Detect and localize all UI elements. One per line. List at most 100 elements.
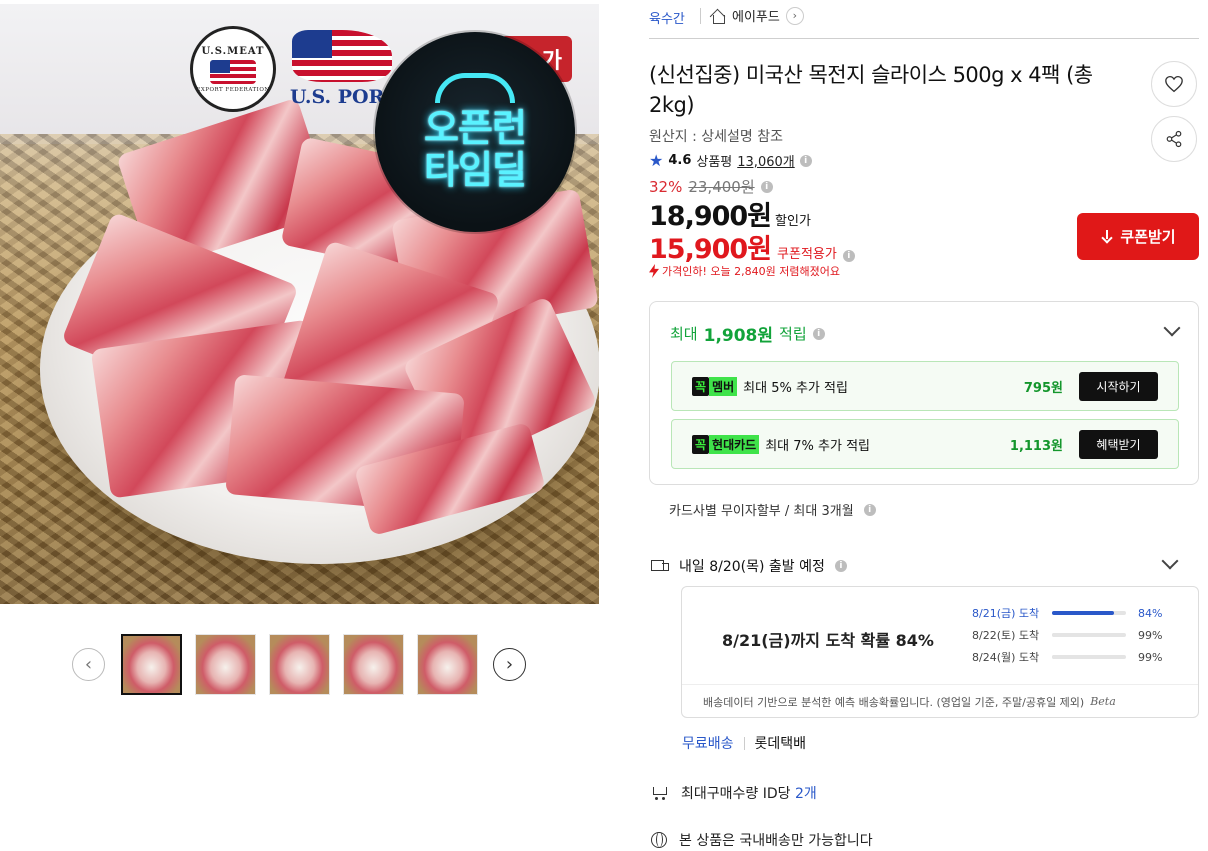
product-main-image: U.S.MEAT EXPORT FEDERATION U.S. PORK 가 오… <box>0 4 599 604</box>
probability-label: 8/21(금) 도착 <box>972 607 1040 620</box>
probability-bar <box>1052 611 1126 615</box>
flag-map-icon <box>210 59 256 84</box>
installment-text: 카드사별 무이자할부 / 최대 3개월 <box>669 504 854 519</box>
coupon-price: 15,900원 <box>649 234 772 265</box>
probability-value: 84% <box>1138 606 1163 620</box>
review-label[interactable]: 상품평 <box>696 151 732 170</box>
thumbnail-4[interactable] <box>343 634 404 695</box>
coupon-button-label: 쿠폰받기 <box>1120 229 1176 246</box>
benefit-desc: 최대 7% 추가 적립 <box>765 438 870 454</box>
info-icon[interactable]: i <box>799 154 812 167</box>
origin-info: 원산지 : 상세설명 참조 <box>649 129 783 145</box>
arrival-note: 배송데이터 기반으로 분석한 예측 배송확률입니다. (영업일 기준, 주말/공… <box>682 684 1198 718</box>
info-icon[interactable]: i <box>834 560 847 572</box>
thumbnail-strip: ‹ › <box>70 632 530 698</box>
rewards-prefix: 최대 <box>670 325 698 343</box>
benefit-card: 꼭 현대카드 최대 7% 추가 적립 1,113원 혜택받기 <box>671 419 1179 469</box>
badge-line-1: 오픈런 <box>424 106 527 150</box>
open-run-timedeal-badge: 오픈런 타임딜 <box>375 32 575 232</box>
divider <box>649 38 1199 39</box>
thumbnail-5[interactable] <box>417 634 478 695</box>
thumbnail-2[interactable] <box>195 634 256 695</box>
breadcrumb-divider <box>700 8 701 24</box>
probability-fill <box>1052 655 1126 659</box>
chevron-left-icon: ‹ <box>84 654 93 675</box>
pig-flag-icon <box>292 30 392 82</box>
probability-fill <box>1052 611 1115 615</box>
shipping-method: 무료배송 롯데택배 <box>682 733 806 753</box>
max-purchase-value: 2개 <box>794 786 817 802</box>
star-icon: ★ <box>649 151 664 170</box>
benefit-desc: 최대 5% 추가 적립 <box>743 380 848 396</box>
share-icon <box>1166 130 1182 148</box>
card-benefit-button[interactable]: 혜택받기 <box>1079 429 1158 459</box>
probability-row: 8/22(토) 도착 99% <box>972 627 1182 643</box>
coupon-download-button[interactable]: 쿠폰받기 <box>1077 213 1199 260</box>
domestic-only-row: 본 상품은 국내배송만 가능합니다 <box>651 830 873 850</box>
badge-line-2: 타임딜 <box>424 148 527 192</box>
probability-fill <box>1052 633 1126 637</box>
logo-text: U.S.MEAT <box>201 45 265 57</box>
benefit-tag: 현대카드 <box>709 434 760 454</box>
benefit-value: 1,113원 <box>1009 438 1063 454</box>
cart-icon <box>651 785 669 801</box>
logo-text: EXPORT FEDERATION <box>196 86 270 93</box>
info-icon[interactable]: i <box>842 250 855 262</box>
chevron-down-icon[interactable] <box>1163 319 1181 337</box>
benefit-member: 꼭 멤버 최대 5% 추가 적립 795원 시작하기 <box>671 361 1179 411</box>
coupon-label: 쿠폰적용가 <box>777 247 837 262</box>
home-icon <box>710 9 726 24</box>
kkok-badge: 꼭 <box>692 434 710 454</box>
start-member-button[interactable]: 시작하기 <box>1079 371 1158 401</box>
thumbnail-3[interactable] <box>269 634 330 695</box>
probability-row: 8/21(금) 도착 84% <box>972 605 1182 621</box>
thumbnail-prev-button[interactable]: ‹ <box>72 648 105 681</box>
arrival-summary: 8/21(금)까지 도착 확률 84% <box>722 631 934 650</box>
max-purchase-row: 최대구매수량 ID당 2개 <box>651 783 817 803</box>
info-icon[interactable]: i <box>760 180 773 193</box>
category-link[interactable]: 육수간 <box>649 8 685 27</box>
price-drop-icon <box>649 264 659 278</box>
probability-value: 99% <box>1138 650 1163 664</box>
review-count-link[interactable]: 13,060개 <box>737 151 794 170</box>
carrier-name: 롯데택배 <box>754 736 807 752</box>
domestic-only-text: 본 상품은 국내배송만 가능합니다 <box>679 833 873 849</box>
benefit-tag: 멤버 <box>709 376 738 396</box>
product-title: (신선집중) 미국산 목전지 슬라이스 500g x 4팩 (총 2kg) <box>649 63 1093 117</box>
free-shipping-label: 무료배송 <box>682 736 734 752</box>
rewards-suffix: 적립 <box>779 325 807 343</box>
rating-row: ★ 4.6 상품평 13,060개 i <box>649 151 812 170</box>
store-name: 에이푸드 <box>732 10 780 25</box>
installment-info: 카드사별 무이자할부 / 최대 3개월 i <box>669 500 876 519</box>
chevron-right-icon: › <box>785 6 804 25</box>
shipping-row: 내일 8/20(목) 출발 예정 i <box>651 556 1181 576</box>
probability-label: 8/24(월) 도착 <box>972 651 1040 664</box>
probability-label: 8/22(토) 도착 <box>972 629 1040 642</box>
info-icon[interactable]: i <box>812 327 825 340</box>
arrival-note-text: 배송데이터 기반으로 분석한 예측 배송확률입니다. (영업일 기준, 주말/공… <box>703 695 1085 709</box>
divider <box>743 736 745 750</box>
alarm-clock-icon <box>435 73 515 103</box>
probability-bar <box>1052 655 1126 659</box>
chevron-right-icon: › <box>505 654 514 675</box>
rating-score: 4.6 <box>668 153 692 168</box>
thumbnail-next-button[interactable]: › <box>493 648 526 681</box>
price-drop-notice: 가격인하! 오늘 2,840원 저렴해졌어요 <box>649 263 840 279</box>
wishlist-button[interactable] <box>1151 61 1197 107</box>
us-meat-logo: U.S.MEAT EXPORT FEDERATION <box>190 26 276 112</box>
probability-row: 8/24(월) 도착 99% <box>972 649 1182 665</box>
probability-value: 99% <box>1138 628 1163 642</box>
truck-icon <box>651 560 669 572</box>
probability-bar <box>1052 633 1126 637</box>
max-purchase-text: 최대구매수량 ID당 <box>681 786 791 802</box>
benefit-value: 795원 <box>1023 380 1063 396</box>
download-icon <box>1100 229 1114 244</box>
thumbnail-1[interactable] <box>121 634 182 695</box>
rewards-panel: 최대 1,908원 적립 i 꼭 멤버 최대 5% 추가 적립 795원 시작하… <box>649 301 1199 485</box>
beta-label: Beta <box>1090 695 1116 708</box>
share-button[interactable] <box>1151 116 1197 162</box>
info-icon[interactable]: i <box>863 503 876 516</box>
rewards-header: 최대 1,908원 적립 i <box>670 321 825 346</box>
store-link[interactable]: 에이푸드 › <box>710 6 804 25</box>
rewards-amount: 1,908원 <box>703 326 774 346</box>
